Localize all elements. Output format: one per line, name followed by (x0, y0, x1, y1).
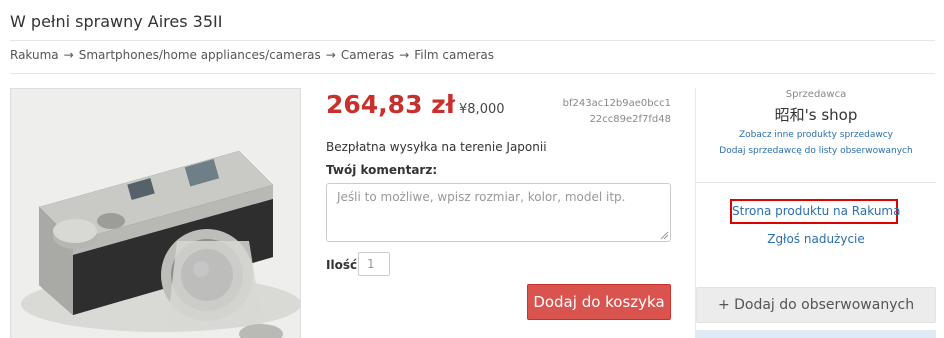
breadcrumb: Rakuma → Smartphones/home appliances/cam… (10, 48, 494, 62)
quantity-label: Ilość: (326, 258, 362, 272)
item-id-line: bf243ac12b9ae0bcc1 (562, 98, 671, 109)
breadcrumb-item-rakuma[interactable]: Rakuma (10, 48, 59, 62)
quantity-input[interactable] (358, 252, 390, 276)
item-id: bf243ac12b9ae0bcc1 22cc89e2f7fd48 (560, 96, 671, 128)
breadcrumb-arrow-icon: → (63, 48, 74, 62)
seller-name: 昭和's shop (774, 106, 858, 124)
rakuma-product-page-link[interactable]: Strona produktu na Rakuma (730, 199, 900, 224)
shipping-info: Bezpłatna wysyłka na terenie Japonii (326, 140, 547, 154)
seller-label: Sprzedawca (785, 89, 847, 100)
watch-seller-link[interactable]: Dodaj sprzedawcę do listy obserwowanych (696, 146, 936, 156)
price-block: 264,83 zł ¥8,000 (326, 90, 505, 119)
price-pln: 264,83 zł (326, 90, 456, 119)
add-to-cart-button[interactable]: Dodaj do koszyka (527, 284, 671, 320)
comment-label: Twój komentarz: (326, 163, 438, 177)
breadcrumb-item-cameras[interactable]: Cameras (341, 48, 394, 62)
add-to-watchlist-button[interactable]: + Dodaj do obserwowanych (696, 287, 936, 323)
seller-other-products-link[interactable]: Zobacz inne produkty sprzedawcy (696, 130, 936, 140)
breadcrumb-arrow-icon: → (325, 48, 336, 62)
seller-panel: Sprzedawca 昭和's shop Zobacz inne produkt… (696, 88, 936, 156)
breadcrumb-arrow-icon: → (399, 48, 410, 62)
item-id-line: 22cc89e2f7fd48 (589, 114, 671, 125)
report-abuse-link[interactable]: Zgłoś nadużycie (696, 232, 936, 246)
breadcrumb-item-film-cameras[interactable]: Film cameras (414, 48, 494, 62)
resize-grip-icon[interactable] (660, 231, 669, 240)
price-yen: ¥8,000 (459, 102, 505, 117)
title-divider (10, 40, 935, 41)
breadcrumb-item-smartphones[interactable]: Smartphones/home appliances/cameras (79, 48, 321, 62)
product-image[interactable] (10, 88, 301, 338)
page-title: W pełni sprawny Aires 35II (10, 12, 223, 31)
info-panel (696, 330, 936, 338)
breadcrumb-divider (10, 73, 935, 74)
sidebar-rule (696, 182, 936, 183)
camera-photo (11, 89, 300, 338)
comment-textarea[interactable] (326, 183, 671, 242)
